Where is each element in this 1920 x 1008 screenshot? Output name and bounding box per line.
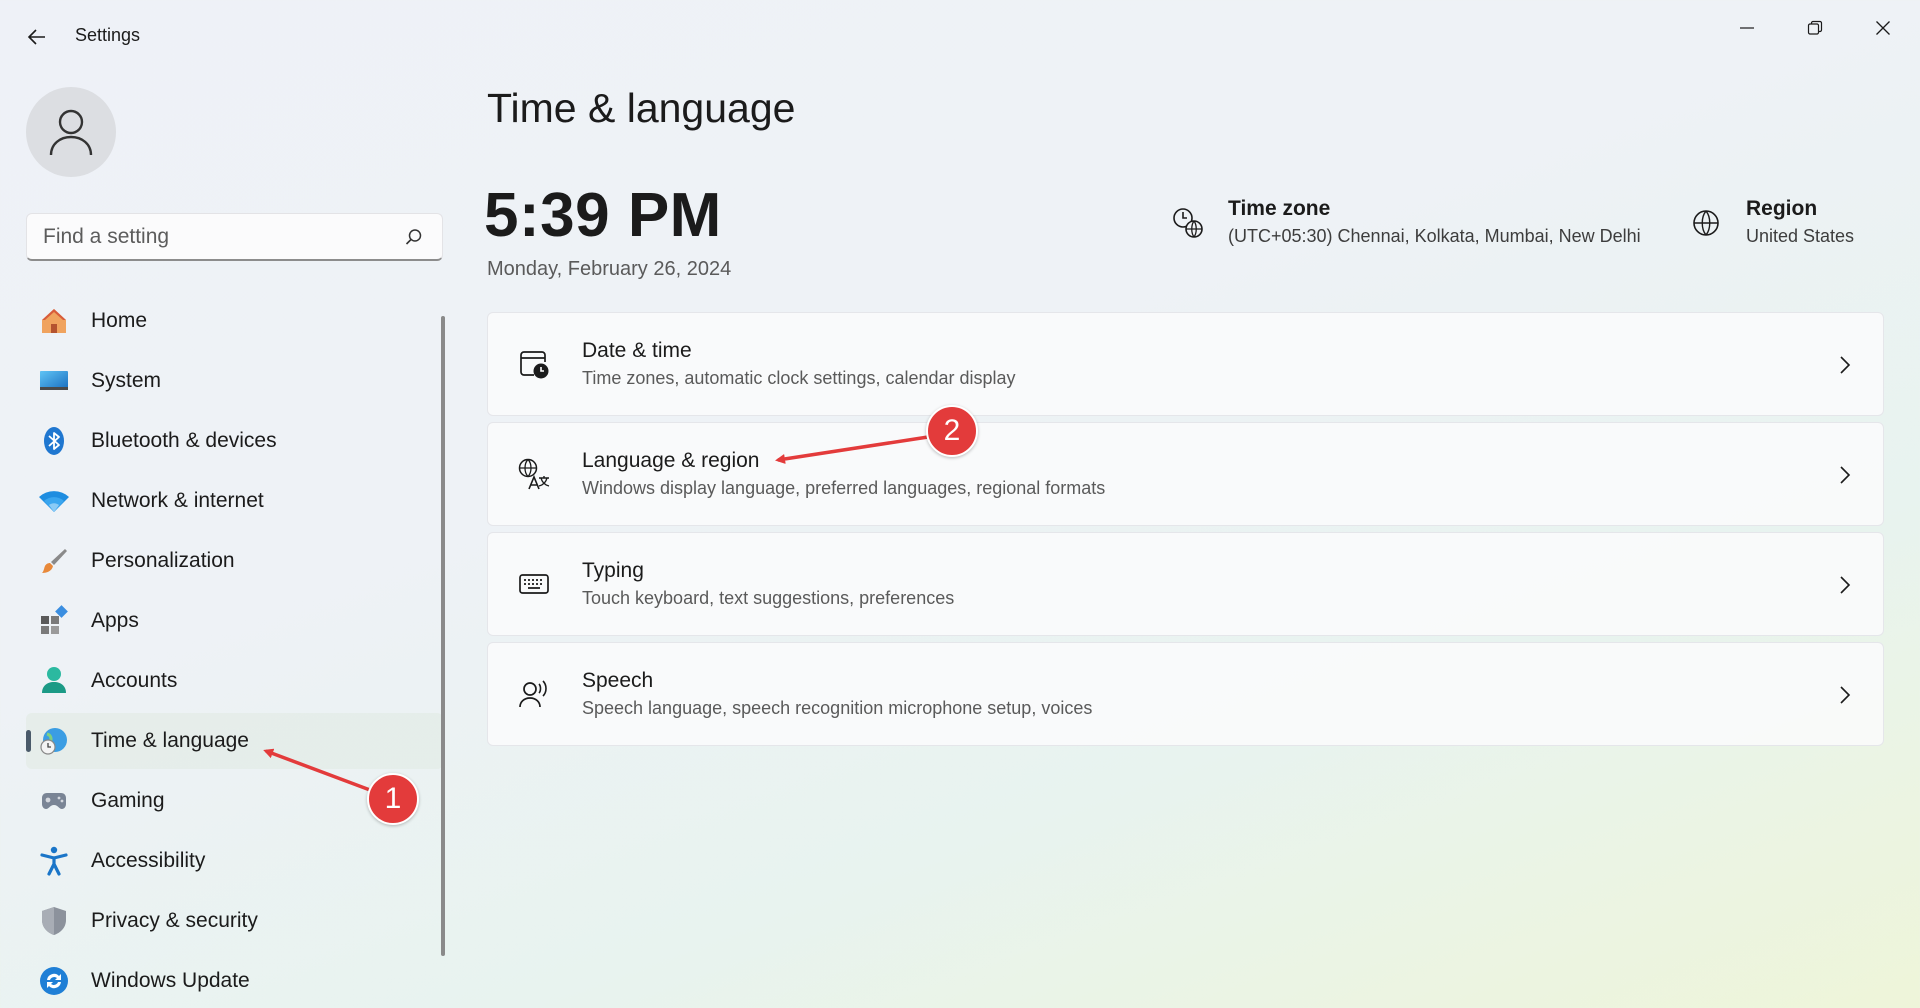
chevron-right-icon	[1835, 574, 1855, 596]
region-value: United States	[1746, 226, 1855, 246]
user-icon	[49, 109, 93, 156]
keyboard-icon	[516, 566, 552, 602]
sidebar-item-accessibility[interactable]: Accessibility	[26, 833, 443, 889]
sidebar-item-personalization[interactable]: Personalization	[26, 533, 443, 589]
card-description: Touch keyboard, text suggestions, prefer…	[582, 588, 955, 608]
speech-icon	[516, 676, 552, 712]
sidebar-item-label: Windows Update	[91, 969, 250, 992]
bluetooth-icon	[38, 425, 70, 457]
region-info[interactable]: Region United States	[1688, 197, 1854, 247]
calendar-clock-icon	[516, 346, 552, 382]
sidebar-item-apps[interactable]: Apps	[26, 593, 443, 649]
sidebar-item-privacy[interactable]: Privacy & security	[26, 893, 443, 949]
app-title: Settings	[75, 25, 141, 45]
sidebar-item-label: Privacy & security	[91, 909, 258, 932]
timezone-globe-icon	[1170, 205, 1206, 241]
sidebar-item-label: Network & internet	[91, 489, 264, 512]
maximize-button[interactable]	[1786, 8, 1844, 48]
sidebar-item-label: Accounts	[91, 669, 178, 692]
language-icon	[516, 456, 552, 492]
sidebar-item-label: Accessibility	[91, 849, 206, 872]
search-icon[interactable]	[402, 225, 426, 249]
sidebar-item-label: Home	[91, 309, 148, 332]
sidebar-item-home[interactable]: Home	[26, 293, 443, 349]
sidebar-item-label: Bluetooth & devices	[91, 429, 277, 452]
card-text: Date & time Time zones, automatic clock …	[582, 339, 1016, 389]
sidebar-item-label: Apps	[91, 609, 139, 632]
sidebar-item-label: Gaming	[91, 789, 165, 812]
title-bar: Settings	[0, 0, 1920, 72]
current-date: Monday, February 26, 2024	[487, 258, 732, 280]
update-icon	[38, 965, 70, 997]
back-button[interactable]	[20, 20, 54, 54]
sidebar-scrollbar[interactable]	[441, 316, 445, 956]
annotation-badge-2: 2	[926, 405, 978, 457]
home-icon	[38, 305, 70, 337]
minimize-icon	[1740, 27, 1754, 29]
brush-icon	[38, 545, 70, 577]
sidebar-item-network[interactable]: Network & internet	[26, 473, 443, 529]
region-text: Region United States	[1746, 197, 1854, 247]
card-description: Windows display language, preferred lang…	[582, 478, 1106, 498]
timezone-text: Time zone (UTC+05:30) Chennai, Kolkata, …	[1228, 197, 1641, 247]
chevron-right-icon	[1835, 354, 1855, 376]
annotation-badge-1: 1	[367, 773, 419, 825]
minimize-button[interactable]	[1718, 8, 1776, 48]
card-title: Speech	[582, 669, 654, 692]
card-text: Typing Touch keyboard, text suggestions,…	[582, 559, 954, 609]
page-title: Time & language	[487, 85, 796, 131]
shield-icon	[38, 905, 70, 937]
sidebar-item-time-language[interactable]: Time & language	[26, 713, 443, 769]
card-text: Speech Speech language, speech recogniti…	[582, 669, 1092, 719]
close-button[interactable]	[1854, 8, 1912, 48]
sidebar-item-label: System	[91, 369, 162, 392]
region-title: Region	[1746, 197, 1818, 220]
avatar[interactable]	[26, 87, 116, 177]
timezone-info[interactable]: Time zone (UTC+05:30) Chennai, Kolkata, …	[1170, 197, 1641, 247]
chevron-right-icon	[1835, 684, 1855, 706]
card-speech[interactable]: Speech Speech language, speech recogniti…	[487, 642, 1884, 746]
card-title: Language & region	[582, 449, 760, 472]
sidebar-item-accounts[interactable]: Accounts	[26, 653, 443, 709]
sidebar-item-windows-update[interactable]: Windows Update	[26, 953, 443, 1008]
restore-icon	[1807, 20, 1823, 35]
sidebar-item-system[interactable]: System	[26, 353, 443, 409]
card-text: Language & region Windows display langua…	[582, 449, 1105, 499]
sidebar-item-label: Time & language	[91, 729, 249, 752]
system-icon	[38, 365, 70, 397]
card-description: Speech language, speech recognition micr…	[582, 698, 1093, 718]
wifi-icon	[38, 485, 70, 517]
chevron-right-icon	[1835, 464, 1855, 486]
card-date-time[interactable]: Date & time Time zones, automatic clock …	[487, 312, 1884, 416]
card-language-region[interactable]: Language & region Windows display langua…	[487, 422, 1884, 526]
card-title: Typing	[582, 559, 644, 582]
card-typing[interactable]: Typing Touch keyboard, text suggestions,…	[487, 532, 1884, 636]
card-title: Date & time	[582, 339, 692, 362]
settings-cards: Date & time Time zones, automatic clock …	[487, 312, 1884, 752]
close-icon	[1876, 21, 1890, 35]
card-description: Time zones, automatic clock settings, ca…	[582, 368, 1016, 388]
gamepad-icon	[38, 785, 70, 817]
globe-clock-icon	[38, 725, 70, 757]
timezone-title: Time zone	[1228, 197, 1331, 220]
back-arrow-icon	[27, 29, 45, 45]
search-box[interactable]	[26, 213, 443, 261]
sidebar-item-label: Personalization	[91, 549, 235, 572]
apps-icon	[38, 605, 70, 637]
current-time: 5:39 PM	[484, 181, 722, 250]
accessibility-icon	[38, 845, 70, 877]
sidebar-nav: Home System Bluetooth & devices Network …	[26, 293, 443, 1008]
timezone-value: (UTC+05:30) Chennai, Kolkata, Mumbai, Ne…	[1228, 226, 1641, 246]
sidebar-item-bluetooth[interactable]: Bluetooth & devices	[26, 413, 443, 469]
region-globe-icon	[1688, 205, 1724, 241]
accounts-icon	[38, 665, 70, 697]
search-input[interactable]	[43, 224, 402, 249]
